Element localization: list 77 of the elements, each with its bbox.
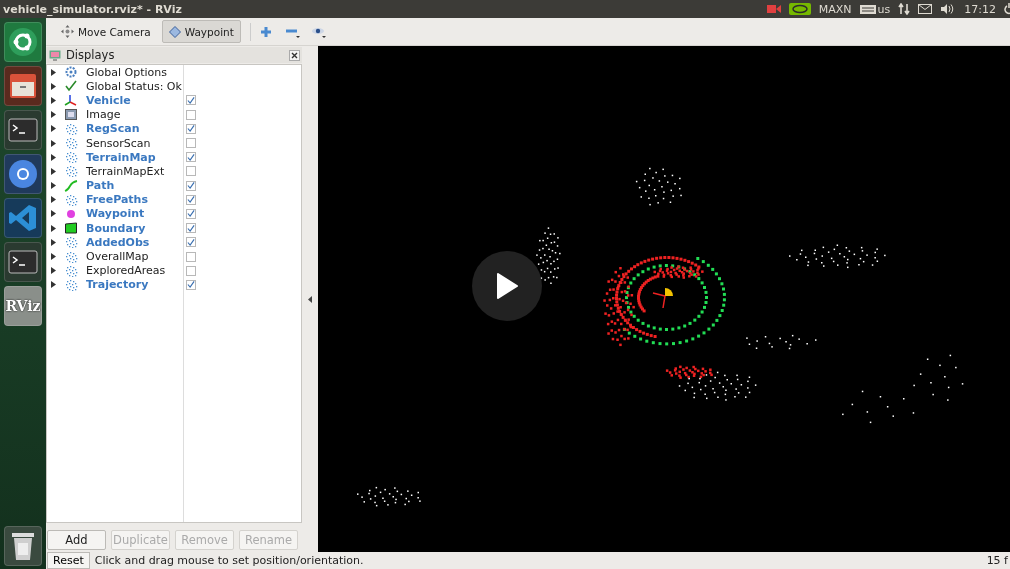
point-cloud-icon — [64, 151, 78, 164]
browser-icon[interactable] — [4, 154, 42, 194]
checkmark-icon — [64, 80, 78, 93]
monitor-icon — [49, 49, 61, 61]
terminal-icon[interactable] — [4, 110, 42, 150]
checkbox[interactable] — [186, 166, 196, 177]
checkbox[interactable] — [186, 223, 196, 234]
display-item[interactable]: Waypoint — [86, 207, 145, 221]
display-item[interactable]: Trajectory — [86, 278, 149, 292]
keyboard-layout[interactable]: us — [877, 2, 891, 16]
checkbox[interactable] — [186, 138, 196, 149]
checkbox[interactable] — [186, 279, 196, 290]
ubuntu-logo-icon[interactable] — [4, 22, 42, 62]
image-icon — [64, 108, 78, 121]
checkbox[interactable] — [186, 95, 196, 106]
clock[interactable]: 17:12 — [964, 2, 996, 16]
point-cloud-icon — [64, 278, 78, 291]
display-item[interactable]: Image — [86, 108, 121, 122]
checkbox[interactable] — [186, 152, 196, 163]
axes-icon — [64, 94, 78, 107]
point-cloud-icon — [64, 165, 78, 178]
point-cloud-icon — [64, 122, 78, 135]
code-editor-icon[interactable] — [4, 198, 42, 238]
window-title: vehicle_simulator.rviz* - RViz — [3, 2, 183, 16]
checkbox[interactable] — [186, 109, 196, 120]
display-item[interactable]: FreePaths — [86, 193, 148, 207]
fps-readout: 15 f — [986, 554, 1008, 567]
display-item[interactable]: OverallMap — [86, 250, 149, 264]
reset-button[interactable]: Reset — [47, 552, 90, 569]
play-icon — [496, 273, 518, 299]
power-mode-indicator[interactable]: MAXN — [818, 2, 852, 16]
terminal-icon[interactable] — [4, 242, 42, 282]
display-item[interactable]: Global Options — [86, 65, 168, 79]
display-item[interactable]: RegScan — [86, 122, 140, 136]
point-cloud-icon — [64, 137, 78, 150]
waypoint-tool-button[interactable]: Waypoint — [161, 20, 241, 43]
panel-title: Displays — [66, 48, 116, 62]
keyboard-icon[interactable] — [859, 4, 876, 14]
move-icon — [61, 25, 74, 38]
gear-icon — [64, 66, 78, 79]
polygon-icon — [64, 222, 78, 235]
diamond-icon — [168, 25, 181, 38]
checkbox[interactable] — [186, 251, 196, 262]
display-item[interactable]: AddedObs — [86, 235, 150, 249]
display-item[interactable]: Vehicle — [86, 93, 131, 107]
eye-logo-icon[interactable] — [788, 3, 811, 15]
point-cloud-icon — [64, 264, 78, 277]
display-item[interactable]: TerrainMap — [86, 150, 156, 164]
dot-icon — [64, 207, 78, 220]
point-cloud-icon — [64, 236, 78, 249]
checkbox[interactable] — [186, 180, 196, 191]
mail-icon[interactable] — [918, 4, 933, 14]
checkbox[interactable] — [186, 265, 196, 276]
checkbox[interactable] — [186, 194, 196, 205]
panel-button[interactable]: Add — [47, 530, 106, 550]
curve-icon — [64, 179, 78, 192]
display-item[interactable]: Path — [86, 179, 115, 193]
display-item[interactable]: TerrainMapExt — [86, 164, 165, 178]
point-cloud-icon — [64, 193, 78, 206]
checkbox[interactable] — [186, 208, 196, 219]
camera-icon[interactable] — [766, 4, 781, 14]
checkbox[interactable] — [186, 123, 196, 134]
checkbox[interactable] — [186, 237, 196, 248]
collapse-arrow-icon[interactable] — [308, 295, 312, 303]
trash-icon[interactable] — [4, 526, 42, 566]
move-tool-button[interactable]: Move Camera — [54, 20, 158, 43]
display-item[interactable]: ExploredAreas — [86, 264, 166, 278]
plus-icon[interactable] — [259, 25, 272, 38]
file-cabinet-icon[interactable] — [4, 66, 42, 106]
display-item[interactable]: Global Status: Ok — [86, 79, 182, 93]
display-item[interactable]: Boundary — [86, 221, 146, 235]
point-cloud-icon — [64, 250, 78, 263]
app-icon-label: RViz — [5, 298, 41, 314]
display-item[interactable]: SensorScan — [86, 136, 151, 150]
close-button[interactable] — [289, 49, 300, 61]
network-arrows-icon[interactable] — [898, 3, 911, 15]
status-hint: Click and drag mouse to set position/orientation. — [94, 554, 365, 567]
